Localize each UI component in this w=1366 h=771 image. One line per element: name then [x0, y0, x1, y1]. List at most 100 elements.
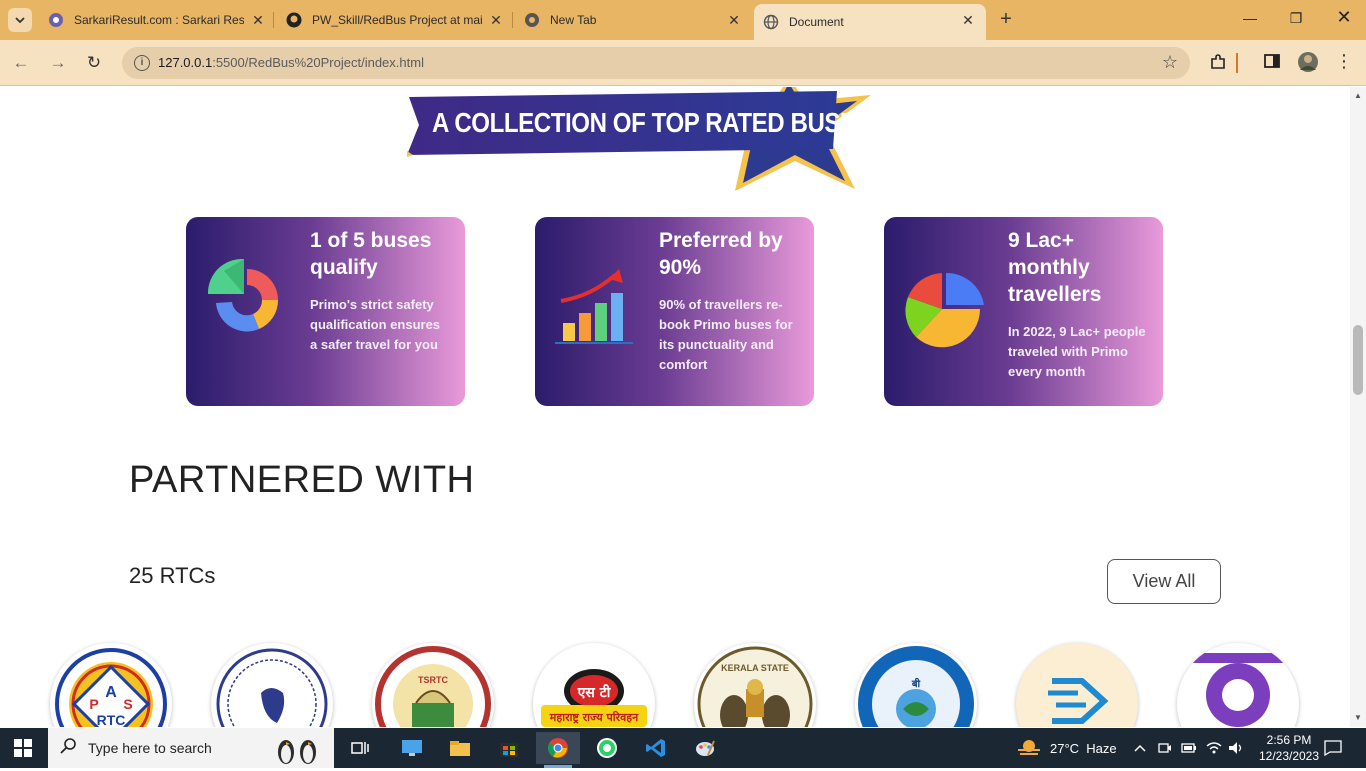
wifi-icon[interactable] — [1206, 728, 1222, 768]
close-tab-icon[interactable]: ✕ — [960, 12, 976, 28]
url-text[interactable]: 127.0.0.1:5500/RedBus%20Project/index.ht… — [158, 55, 424, 70]
volume-icon[interactable] — [1228, 728, 1244, 768]
chrome-favicon-icon — [524, 12, 540, 28]
microsoft-store-icon[interactable] — [487, 732, 531, 764]
windows-taskbar: Type here to search 27°C Haze 2:56 PM 12… — [0, 728, 1366, 768]
forward-arrow-icon[interactable]: → — [47, 52, 69, 74]
svg-text:P: P — [89, 696, 98, 712]
rtc-logo-7[interactable] — [1016, 643, 1138, 727]
feature-card-preferred: Preferred by 90% 90% of travellers re-bo… — [535, 217, 814, 406]
back-arrow-icon[interactable]: ← — [10, 52, 32, 74]
svg-text:A: A — [105, 684, 117, 701]
top-rated-banner — [407, 87, 871, 191]
vscode-icon[interactable] — [634, 732, 678, 764]
tab-new-tab[interactable]: New Tab ✕ — [524, 0, 752, 40]
msrtc-logo[interactable]: एस टी महाराष्ट्र राज्य परिवहन — [533, 643, 655, 727]
sarkari-favicon-icon — [48, 12, 64, 28]
menu-kebab-icon[interactable]: ⋮ — [1334, 51, 1354, 71]
donut-chart-icon — [204, 257, 290, 343]
tsrtc-logo[interactable]: TSRTC — [372, 643, 494, 727]
tab-search-button[interactable] — [8, 8, 32, 32]
card-title: Preferred by 90% — [659, 229, 783, 279]
haze-weather-icon — [1018, 740, 1040, 755]
battery-icon[interactable] — [1181, 728, 1197, 768]
toolbar-divider — [1236, 53, 1238, 73]
feature-card-travellers: 9 Lac+ monthly travellers In 2022, 9 Lac… — [884, 217, 1163, 406]
close-tab-icon[interactable]: ✕ — [488, 12, 504, 28]
svg-text:S: S — [123, 696, 132, 712]
tab-title: PW_Skill/RedBus Project at mai — [312, 13, 482, 27]
close-tab-icon[interactable]: ✕ — [726, 12, 742, 28]
clock-time: 2:56 PM — [1266, 733, 1312, 747]
kerala-rtc-logo[interactable]: KERALA STATE — [694, 643, 816, 727]
page-viewport: A COLLECTION OF TOP RATED BUSES 1 of 5 b… — [0, 87, 1350, 727]
view-all-button[interactable]: View All — [1107, 559, 1221, 604]
tab-title: New Tab — [550, 13, 597, 27]
card-description: 90% of travellers re-book Primo buses fo… — [659, 297, 793, 372]
rtc-logo-2[interactable] — [211, 643, 333, 727]
feature-card-qualify: 1 of 5 buses qualify Primo's strict safe… — [186, 217, 465, 406]
meet-now-icon[interactable] — [1158, 728, 1172, 768]
tab-document[interactable]: Document ✕ — [754, 4, 986, 40]
url-path: :5500/RedBus%20Project/index.html — [212, 55, 424, 70]
restore-icon[interactable]: ❐ — [1286, 10, 1306, 30]
close-tab-icon[interactable]: ✕ — [250, 12, 266, 28]
windows-start-icon[interactable] — [14, 739, 32, 762]
penguins-illustration-icon — [268, 730, 328, 771]
task-view-icon[interactable] — [338, 732, 382, 764]
bookmark-star-icon[interactable]: ☆ — [1162, 52, 1178, 73]
chrome-taskbar-icon[interactable] — [536, 732, 580, 768]
tab-title: SarkariResult.com : Sarkari Resu — [74, 13, 244, 27]
rtc-logo-8[interactable] — [1177, 643, 1299, 727]
weather-text: 27°C Haze — [1050, 740, 1117, 756]
site-info-icon[interactable]: i — [134, 55, 150, 71]
extensions-icon[interactable] — [1208, 53, 1228, 73]
svg-text:बी: बी — [911, 677, 921, 690]
file-explorer-icon[interactable] — [438, 732, 482, 764]
svg-text:एस टी: एस टी — [577, 684, 612, 701]
scroll-down-arrow-icon[interactable]: ▼ — [1354, 713, 1362, 722]
scrollbar-thumb[interactable] — [1353, 325, 1363, 395]
whatsapp-icon[interactable] — [585, 732, 629, 764]
rtc-logo-6[interactable]: बी — [855, 643, 977, 727]
banner-heading: A COLLECTION OF TOP RATED BUSES — [432, 107, 872, 138]
paint-app-icon[interactable] — [683, 732, 727, 764]
new-tab-icon[interactable]: + — [996, 9, 1016, 30]
growth-bar-chart-icon — [553, 267, 639, 353]
reload-icon[interactable]: ↻ — [83, 52, 105, 74]
svg-text:RTC: RTC — [97, 712, 126, 727]
profile-avatar[interactable] — [1297, 51, 1318, 72]
address-bar[interactable]: i 127.0.0.1:5500/RedBus%20Project/index.… — [122, 47, 1190, 79]
card-title: 9 Lac+ monthly travellers — [1008, 229, 1102, 306]
system-clock[interactable]: 2:56 PM 12/23/2023 — [1258, 732, 1320, 764]
weather-widget[interactable]: 27°C Haze — [1016, 728, 1117, 768]
browser-tab-bar: SarkariResult.com : Sarkari Resu ✕ PW_Sk… — [0, 0, 1366, 40]
page-scrollbar[interactable]: ▲ ▼ — [1350, 87, 1366, 727]
browser-toolbar: ← → ↻ i 127.0.0.1:5500/RedBus%20Project/… — [0, 40, 1366, 86]
close-window-icon[interactable]: ✕ — [1334, 7, 1354, 27]
apsrtc-logo[interactable]: A P S RTC — [50, 643, 172, 727]
tab-sarkari-result[interactable]: SarkariResult.com : Sarkari Resu ✕ — [48, 0, 276, 40]
desktop-app-icon[interactable] — [390, 732, 434, 764]
svg-text:KERALA STATE: KERALA STATE — [721, 663, 789, 673]
scroll-up-arrow-icon[interactable]: ▲ — [1354, 91, 1362, 100]
globe-favicon-icon — [763, 14, 779, 30]
partnered-heading: PARTNERED WITH — [129, 459, 475, 501]
minimize-icon[interactable]: — — [1240, 10, 1260, 30]
clock-date: 12/23/2023 — [1258, 749, 1320, 763]
card-description: In 2022, 9 Lac+ people traveled with Pri… — [1008, 324, 1146, 379]
tab-github[interactable]: PW_Skill/RedBus Project at mai ✕ — [286, 0, 514, 40]
notifications-icon[interactable] — [1324, 728, 1342, 768]
card-title: 1 of 5 buses qualify — [310, 229, 432, 279]
svg-text:TSRTC: TSRTC — [418, 675, 448, 685]
show-hidden-icons-icon[interactable] — [1134, 728, 1146, 768]
tab-divider — [512, 12, 513, 28]
svg-text:महाराष्ट्र राज्य परिवहन: महाराष्ट्र राज्य परिवहन — [549, 710, 639, 724]
url-host: 127.0.0.1 — [158, 55, 213, 70]
tab-divider — [273, 12, 274, 28]
rtc-count: 25 RTCs — [129, 563, 216, 588]
taskbar-search-box[interactable]: Type here to search — [48, 728, 334, 768]
side-panel-icon[interactable] — [1262, 53, 1282, 73]
search-icon — [60, 738, 76, 759]
search-placeholder: Type here to search — [88, 740, 212, 756]
